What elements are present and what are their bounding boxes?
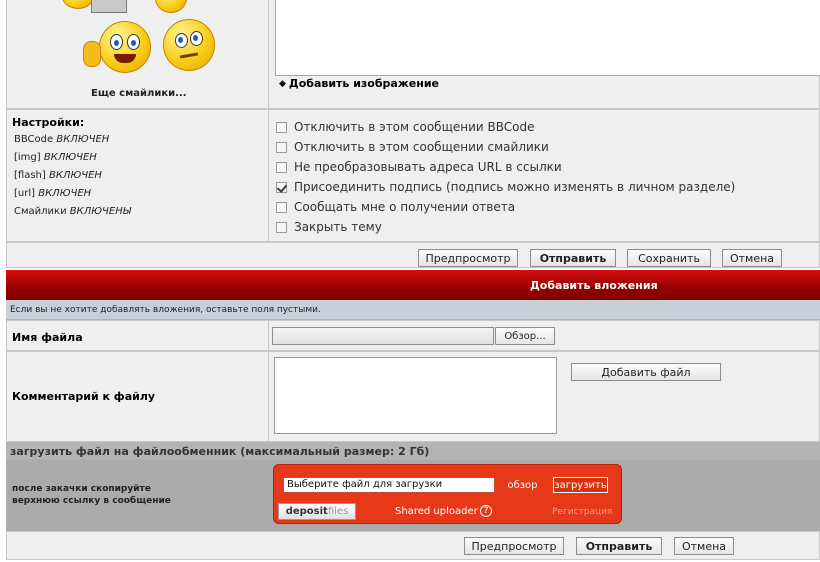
add-image-link[interactable]: Добавить изображение xyxy=(289,77,439,90)
hands-icon xyxy=(83,41,101,67)
filename-label-cell: Имя файла xyxy=(6,320,269,351)
option-disable-bbcode[interactable]: Отключить в этом сообщении BBCode xyxy=(276,118,535,136)
preview-button-2[interactable]: Предпросмотр xyxy=(464,537,564,555)
add-file-button[interactable]: Добавить файл xyxy=(571,363,721,381)
depositfiles-logo: deposit files xyxy=(278,503,356,520)
depositfiles-register-link[interactable]: Регистрация xyxy=(552,507,612,517)
submit-button[interactable]: Отправить xyxy=(530,249,616,267)
help-icon[interactable]: ? xyxy=(480,505,492,517)
message-panel: ◆ Добавить изображение xyxy=(268,0,820,109)
option-attach-signature[interactable]: Присоединить подпись (подпись можно изме… xyxy=(276,178,735,196)
depositfiles-browse-button[interactable]: обзор xyxy=(496,477,549,493)
attachments-header-title: Добавить вложения xyxy=(530,279,658,292)
settings-title: Настройки: xyxy=(12,116,85,129)
fileshare-header: загрузить файл на файлообменник (максима… xyxy=(6,442,820,460)
bullet-icon: ◆ xyxy=(279,78,286,89)
fileshare-header-title: загрузить файл на файлообменник (максима… xyxy=(10,445,430,458)
add-image-row[interactable]: ◆ Добавить изображение xyxy=(279,77,439,90)
checkbox[interactable] xyxy=(276,141,287,153)
file-path-input[interactable] xyxy=(272,327,494,345)
checkbox[interactable] xyxy=(276,121,287,133)
smiley-thinking-icon[interactable] xyxy=(163,19,215,71)
option-close-topic[interactable]: Закрыть тему xyxy=(276,218,382,236)
comment-label: Комментарий к файлу xyxy=(12,390,156,403)
fileshare-instruction-line1: после закачки скопируйте xyxy=(12,484,151,494)
option-notify-reply[interactable]: Сообщать мне о получении ответа xyxy=(276,198,515,216)
checkbox[interactable] xyxy=(276,201,287,213)
fileshare-instruction-cell: после закачки скопируйте верхнюю ссылку … xyxy=(6,460,269,531)
fileshare-instruction-line2: верхнюю ссылку в сообщение xyxy=(12,496,171,506)
smilies-panel: Еще смайлики... xyxy=(6,0,269,109)
option-disable-smilies[interactable]: Отключить в этом сообщении смайлики xyxy=(276,138,549,156)
smiley-clapping-icon[interactable] xyxy=(99,21,151,73)
depositfiles-upload-button[interactable]: загрузить xyxy=(553,477,608,493)
smiley-computer-icon[interactable] xyxy=(61,0,95,9)
setting-smilies: Смайлики ВКЛЮЧЕНЫ xyxy=(14,206,131,217)
attachments-hint-row: Если вы не хотите добавлять вложения, ос… xyxy=(6,300,820,320)
preview-button[interactable]: Предпросмотр xyxy=(418,249,518,267)
comment-label-cell: Комментарий к файлу xyxy=(6,351,269,442)
attachments-header xyxy=(6,270,820,300)
browse-button[interactable]: Обзор... xyxy=(495,327,555,345)
option-no-url-convert[interactable]: Не преобразовывать адреса URL в ссылки xyxy=(276,158,562,176)
submit-button-2[interactable]: Отправить xyxy=(576,537,662,555)
setting-flash: [flash] ВКЛЮЧЕН xyxy=(14,170,102,181)
message-textarea[interactable] xyxy=(275,0,820,76)
setting-bbcode: BBCode ВКЛЮЧЕН xyxy=(14,134,110,145)
cancel-button[interactable]: Отмена xyxy=(722,249,782,267)
filename-label: Имя файла xyxy=(12,331,83,344)
checkbox[interactable] xyxy=(276,221,287,233)
checkbox[interactable] xyxy=(276,161,287,173)
cancel-button-2[interactable]: Отмена xyxy=(674,537,734,555)
setting-img: [img] ВКЛЮЧЕН xyxy=(14,152,97,163)
computer-icon xyxy=(91,0,127,13)
more-smilies-link[interactable]: Еще смайлики... xyxy=(91,88,187,99)
file-comment-textarea[interactable] xyxy=(274,357,557,434)
setting-url: [url] ВКЛЮЧЕН xyxy=(14,188,92,199)
upload-file-input[interactable]: Выберите файл для загрузки xyxy=(283,477,495,493)
checkbox-checked[interactable] xyxy=(276,181,287,193)
attachments-hint: Если вы не хотите добавлять вложения, ос… xyxy=(10,305,321,315)
depositfiles-caption: Shared uploader xyxy=(395,506,478,517)
smiley-cropped-icon[interactable] xyxy=(155,0,187,13)
save-button[interactable]: Сохранить xyxy=(627,249,711,267)
